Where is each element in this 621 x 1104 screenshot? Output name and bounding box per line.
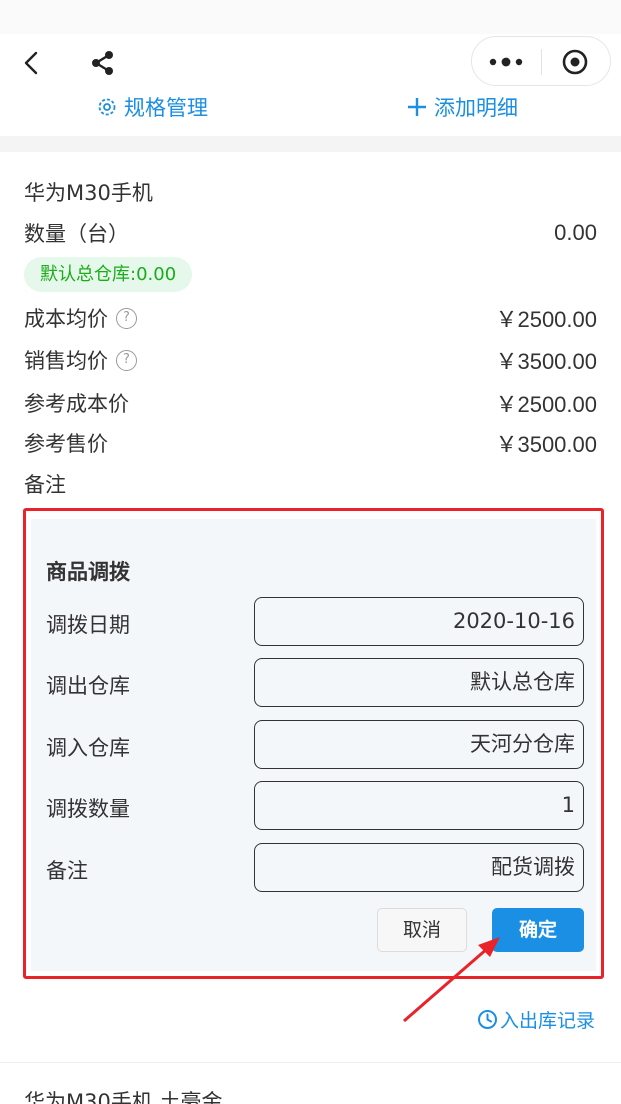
source-warehouse-input[interactable]: 默认总仓库: [254, 658, 584, 707]
sale-avg-row: 销售均价? ￥3500.00: [24, 343, 597, 377]
transfer-note-label: 备注: [46, 859, 88, 883]
help-icon[interactable]: ?: [116, 307, 137, 329]
note-row: 备注: [24, 467, 597, 501]
target-warehouse-label: 调入仓库: [46, 736, 130, 760]
cost-avg-value: ￥2500.00: [495, 307, 597, 332]
stock-record-link[interactable]: 入出库记录: [477, 1006, 595, 1033]
target-circle-icon[interactable]: [560, 47, 590, 77]
section-divider: [0, 136, 621, 152]
capsule-divider: [541, 49, 542, 75]
source-warehouse-label: 调出仓库: [46, 674, 130, 698]
action-bar: 规格管理 添加明细: [0, 88, 621, 128]
note-label: 备注: [24, 473, 66, 497]
cost-avg-row: 成本均价? ￥2500.00: [24, 301, 597, 335]
gear-icon: [98, 98, 116, 116]
transfer-panel-highlight: 商品调拨 调拨日期 2020-10-16 调出仓库 默认总仓库 调入仓库 天河分…: [23, 508, 604, 979]
transfer-date-input[interactable]: 2020-10-16: [254, 597, 584, 646]
transfer-form: 商品调拨 调拨日期 2020-10-16 调出仓库 默认总仓库 调入仓库 天河分…: [31, 519, 596, 971]
target-warehouse-input[interactable]: 天河分仓库: [254, 720, 584, 769]
help-icon[interactable]: ?: [116, 349, 137, 371]
quantity-value: 0.00: [554, 220, 597, 245]
clock-icon: [478, 1010, 497, 1029]
transfer-note-row: 备注 配货调拨: [46, 843, 586, 893]
plus-icon: [408, 98, 426, 116]
transfer-quantity-row: 调拨数量 1: [46, 781, 586, 831]
stock-record-label: 入出库记录: [500, 1010, 596, 1032]
transfer-quantity-label: 调拨数量: [46, 797, 130, 821]
ref-cost-label: 参考成本价: [24, 392, 129, 416]
transfer-date-row: 调拨日期 2020-10-16: [46, 597, 586, 647]
confirm-button[interactable]: 确定: [492, 908, 584, 952]
ref-sale-row: 参考售价 ￥3500.00: [24, 426, 597, 460]
cancel-button[interactable]: 取消: [377, 908, 467, 952]
target-warehouse-row: 调入仓库 天河分仓库: [46, 720, 586, 770]
transfer-date-label: 调拨日期: [46, 613, 130, 637]
ref-sale-label: 参考售价: [24, 432, 108, 456]
ref-cost-value: ￥2500.00: [495, 392, 597, 417]
cost-avg-label: 成本均价: [24, 307, 108, 331]
ref-cost-row: 参考成本价 ￥2500.00: [24, 386, 597, 420]
transfer-title: 商品调拨: [46, 560, 130, 584]
product-name: 华为M30手机: [24, 181, 153, 205]
warehouse-stock-badge: 默认总仓库:0.00: [24, 257, 193, 292]
more-dots-icon[interactable]: [486, 49, 526, 75]
sale-avg-label: 销售均价: [24, 349, 108, 373]
source-warehouse-row: 调出仓库 默认总仓库: [46, 658, 586, 708]
quantity-row: 数量（台） 0.00: [24, 216, 597, 250]
sale-avg-value: ￥3500.00: [495, 349, 597, 374]
transfer-quantity-input[interactable]: 1: [254, 781, 584, 830]
spec-manage-label: 规格管理: [124, 96, 208, 120]
ref-sale-value: ￥3500.00: [495, 432, 597, 457]
product-name-row: 华为M30手机: [24, 175, 597, 209]
quantity-label: 数量（台）: [24, 222, 129, 246]
status-bar: [0, 0, 621, 34]
share-icon[interactable]: [88, 48, 118, 78]
nav-bar: [0, 34, 621, 94]
transfer-note-input[interactable]: 配货调拨: [254, 843, 584, 892]
chevron-left-icon[interactable]: [18, 48, 48, 78]
add-detail-button[interactable]: 添加明细: [406, 92, 518, 122]
mini-program-capsule: [471, 36, 611, 86]
spec-manage-button[interactable]: 规格管理: [96, 92, 208, 122]
next-product-name: 华为M30手机 土豪金: [24, 1090, 223, 1104]
add-detail-label: 添加明细: [434, 96, 518, 120]
list-divider: [0, 1062, 621, 1063]
